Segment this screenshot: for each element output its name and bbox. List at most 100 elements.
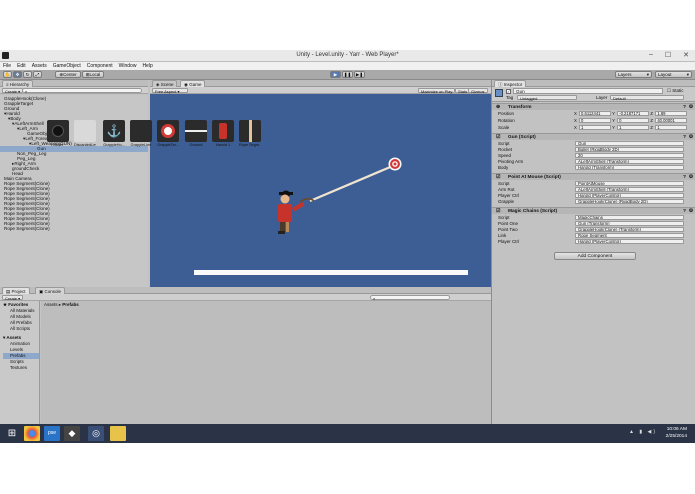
asset-rope-segment[interactable]: Rope Segm... [239,120,261,147]
gear-icon[interactable]: ⚙ [689,208,693,215]
tray-icons[interactable]: ▲ ▮ ◀) [629,429,657,435]
point-one-field[interactable]: Gun (Transform) [575,221,684,226]
tab-inspector[interactable]: ⓘ Inspector [494,80,527,87]
hierarchy-create-button[interactable]: Create ▾ [2,88,24,94]
body-field[interactable]: Harold (Transform) [575,165,684,170]
asset-discarded-level[interactable]: DiscardedLev... [74,120,96,147]
rocket-field[interactable]: Bullet (RigidBody 2D) [575,147,684,152]
project-create-button[interactable]: Create ▾ [2,295,24,301]
scale-y-field[interactable]: 1 [617,125,650,130]
point-two-field[interactable]: GrappleHook(Clone) (Transform) [575,227,684,232]
gear-icon[interactable]: ⚙ [689,134,693,141]
script-field[interactable]: MagicChains [575,215,684,220]
step-button[interactable]: ▶❚ [354,71,365,78]
menu-file[interactable]: File [3,63,11,69]
folder-item[interactable]: Textures [10,365,27,371]
close-button[interactable]: ✕ [683,51,689,59]
layout-dropdown[interactable]: Layout ▾ [655,71,692,78]
minimize-button[interactable]: – [649,51,653,59]
gear-icon[interactable]: ⚙ [689,104,693,111]
asset-ground[interactable]: Ground [185,120,207,147]
position-x-field[interactable]: 0.6112441 [579,111,611,116]
asset-harold[interactable]: Harold 1 [212,120,234,147]
maximize-on-play-toggle[interactable]: Maximize on Play [418,88,456,94]
unity-taskbar-icon[interactable]: ◆ [64,426,80,441]
help-icon[interactable]: ? [683,134,686,141]
aspect-dropdown[interactable]: Free Aspect ▾ [152,88,188,94]
layers-dropdown[interactable]: Layers ▾ [615,71,652,78]
speed-field[interactable]: 20 [575,153,684,158]
transform-component-header[interactable]: ⊕ Transform? ⚙ [492,103,695,110]
asset-bullet[interactable]: Bullet [47,120,69,147]
menu-window[interactable]: Window [119,63,137,69]
pivot-center-button[interactable]: ⊕Center [55,71,81,78]
point-at-mouse-header[interactable]: ☑ Point At Mouse (Script)? ⚙ [492,173,695,180]
windows-start-icon[interactable]: ⊞ [4,426,20,441]
move-tool-button[interactable]: ✥ [13,71,22,78]
object-name-field[interactable]: Gun [513,88,663,94]
window-title: Unity - Level.unity - Yarr - Web Player* [296,52,399,58]
pause-button[interactable]: ❚❚ [342,71,353,78]
asset-grapple-target[interactable]: GrappleTar... [157,120,179,147]
project-search-input[interactable]: ⌕ [370,295,450,301]
hierarchy-search-input[interactable]: ⌕ [22,88,142,94]
scale-z-field[interactable]: 1 [655,125,688,130]
add-component-button[interactable]: Add Component [554,252,636,260]
menu-help[interactable]: Help [142,63,152,69]
play-button[interactable]: ▶ [330,71,341,78]
clock[interactable]: 10:06 AM 2/25/2014 [666,426,687,440]
arm-rot-field[interactable]: ALeftArmShell (Transform) [575,187,684,192]
tab-scene[interactable]: ◈ Scene [152,80,178,87]
gear-icon[interactable]: ⚙ [689,174,693,181]
web-player-icon[interactable]: ◎ [88,426,104,441]
pam-grapple-row: Grapple GrappleHook(Clone) (RigidBody 2D) [492,199,695,205]
menu-edit[interactable]: Edit [17,63,26,69]
active-checkbox[interactable]: ✓ [506,89,511,94]
tab-project[interactable]: ▤ Project [2,287,30,294]
gun-script-header[interactable]: ☑ Gun (Script)? ⚙ [492,133,695,140]
tab-console[interactable]: ▣ Console [35,287,66,294]
menu-component[interactable]: Component [87,63,113,69]
help-icon[interactable]: ? [683,104,686,111]
chevron-down-icon: ▾ [646,72,649,77]
script-field[interactable]: Gun [575,141,684,146]
pse-icon[interactable]: pse [44,426,60,441]
player-ctrl-field[interactable]: Harold (PlayerControl) [575,193,684,198]
hierarchy-item[interactable]: Rope Segment(Clone) [4,226,50,232]
rotation-y-field[interactable]: 0 [617,118,650,123]
gizmos-dropdown[interactable]: Gizmos [468,88,488,94]
script-field[interactable]: PointAtMouse [575,181,684,186]
rotation-row: Rotation X0 Y0 Z 40.00001 [492,118,695,124]
gun-body-row: Body Harold (Transform) [492,165,695,171]
grapple-field[interactable]: GrappleHook(Clone) (RigidBody 2D) [575,199,684,204]
static-checkbox[interactable]: ☐ Static [667,88,684,94]
position-z-field[interactable]: 1.89 [655,111,688,116]
pivot-local-button[interactable]: ⊞Local [82,71,104,78]
magic-chains-header[interactable]: ☑ Magic Chains (Script)? ⚙ [492,207,695,214]
position-y-field[interactable]: -0.2187171 [617,111,650,116]
layer-dropdown[interactable]: Default [610,95,684,101]
tag-dropdown[interactable]: Untagged [517,95,577,101]
help-icon[interactable]: ? [683,174,686,181]
file-explorer-icon[interactable] [110,426,126,441]
scale-tool-button[interactable]: ⤢ [33,71,42,78]
favorite-item[interactable]: All Scripts [10,326,30,332]
windows-taskbar: ⊞ pse ◆ ◎ ▲ ▮ ◀) 10:06 AM 2/25/2014 [0,424,695,443]
maximize-button[interactable]: ☐ [665,51,671,59]
hand-tool-button[interactable]: ✋ [3,71,12,78]
link-field[interactable]: Rope Segment [575,233,684,238]
chrome-icon[interactable] [24,426,40,441]
tab-hierarchy[interactable]: ≡ Hierarchy [2,80,34,87]
asset-grapple-line[interactable]: GrappleLine [130,120,152,147]
rotate-tool-button[interactable]: ↻ [23,71,32,78]
player-ctrl-field[interactable]: Harold (PlayerControl) [575,239,684,244]
pivoting-arm-field[interactable]: ALeftArmShell (Transform) [575,159,684,164]
rotation-x-field[interactable]: 0 [579,118,611,123]
menu-gameobject[interactable]: GameObject [53,63,81,69]
help-icon[interactable]: ? [683,208,686,215]
rotation-z-field[interactable]: 40.00001 [655,118,688,123]
scale-x-field[interactable]: 1 [579,125,611,130]
asset-grapple-hook[interactable]: ⚓ GrappleHo... [103,120,125,147]
tab-game[interactable]: ◉ Game [180,80,206,87]
menu-assets[interactable]: Assets [32,63,47,69]
